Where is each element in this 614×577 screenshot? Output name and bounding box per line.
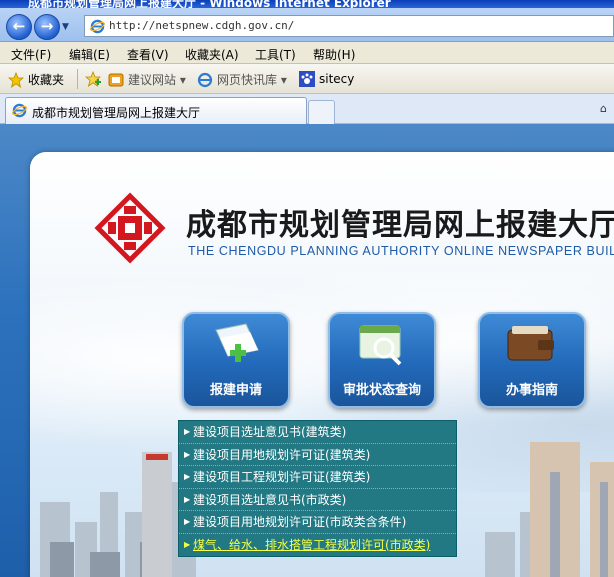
suggested-sites-icon <box>108 73 124 86</box>
planning-authority-logo <box>94 192 166 264</box>
dropdown-item-label: 建设项目选址意见书(市政类) <box>193 492 347 507</box>
tab-title: 成都市规划管理局网上报建大厅 <box>32 106 201 120</box>
menu-view[interactable]: 查看(V) <box>127 46 169 63</box>
dropdown-item-label: 建设项目工程规划许可证(建筑类) <box>193 470 371 484</box>
suggested-sites-button[interactable]: 建议网站 ▾ <box>108 71 186 88</box>
dropdown-item-label: 建设项目用地规划许可证(建筑类) <box>193 447 371 462</box>
dropdown-item-label: 煤气、给水、排水搭管工程规划许可(市政类) <box>193 537 431 552</box>
status-query-button[interactable]: 审批状态查询 <box>328 312 436 408</box>
add-favorite-button[interactable] <box>85 71 101 87</box>
arrow-right-icon: ▶ <box>184 494 191 504</box>
new-tab-button[interactable] <box>308 100 335 124</box>
guide-button[interactable]: 办事指南 <box>478 312 586 408</box>
web-slice-icon <box>197 72 213 87</box>
favorites-button[interactable]: 收藏夹 <box>8 71 64 88</box>
status-query-label: 审批状态查询 <box>342 383 421 398</box>
apply-button-label: 报建申请 <box>209 383 262 398</box>
dropdown-item[interactable]: ▶ 建设项目工程规划许可证(建筑类) <box>179 466 456 489</box>
menu-favorites[interactable]: 收藏夹(A) <box>185 46 239 63</box>
tab-bar: 成都市规划管理局网上报建大厅 ⌂ <box>0 94 614 124</box>
menu-edit[interactable]: 编辑(E) <box>69 46 110 63</box>
magnifier-icon <box>359 325 402 366</box>
forward-arrow-icon: → <box>40 17 54 35</box>
back-arrow-icon: ← <box>12 17 26 35</box>
site-title: 成都市规划管理局网上报建大厅 <box>186 208 614 243</box>
dropdown-item[interactable]: ▶ 建设项目用地规划许可证(市政类含条件) <box>179 511 456 534</box>
tab-current[interactable]: 成都市规划管理局网上报建大厅 <box>5 97 307 124</box>
address-url: http://netspnew.cdgh.gov.cn/ <box>109 19 295 32</box>
home-icon[interactable]: ⌂ <box>600 102 607 115</box>
dropdown-item[interactable]: ▶ 建设项目选址意见书(市政类) <box>179 489 456 511</box>
favorites-label: 收藏夹 <box>28 73 65 87</box>
ie-tab-icon <box>12 103 27 118</box>
arrow-right-icon: ▶ <box>184 539 191 549</box>
address-bar[interactable]: http://netspnew.cdgh.gov.cn/ <box>84 15 614 37</box>
menu-bar: 文件(F) 编辑(E) 查看(V) 收藏夹(A) 工具(T) 帮助(H) <box>0 42 614 64</box>
address-row: ← → ▼ http://netspnew.cdgh.gov.cn/ <box>0 8 614 42</box>
arrow-right-icon: ▶ <box>184 472 191 481</box>
paw-icon <box>299 71 315 87</box>
site-subtitle: THE CHENGDU PLANNING AUTHORITY ONLINE NE… <box>188 244 614 258</box>
star-icon <box>8 71 24 88</box>
sitecy-label: sitecy <box>319 72 355 86</box>
apply-button[interactable]: 报建申请 <box>182 312 290 408</box>
ie-page-icon <box>90 19 105 34</box>
web-slice-gallery-label: 网页快讯库 ▾ <box>217 73 287 87</box>
menu-help[interactable]: 帮助(H) <box>313 46 355 63</box>
history-dropdown-icon[interactable]: ▼ <box>62 22 69 32</box>
dropdown-item-label: 建设项目用地规划许可证(市政类含条件) <box>193 515 407 529</box>
dropdown-item[interactable]: ▶ 建设项目选址意见书(建筑类) <box>179 421 456 444</box>
dropdown-item[interactable]: ▶ 建设项目用地规划许可证(建筑类) <box>179 444 456 466</box>
window-title-bar: 成都市规划管理局网上报建大厅 - Windows Internet Explor… <box>0 0 614 8</box>
forward-button[interactable]: → <box>34 14 60 40</box>
menu-file[interactable]: 文件(F) <box>11 46 51 63</box>
favorites-separator <box>77 69 78 89</box>
web-slice-gallery-button[interactable]: 网页快讯库 ▾ <box>197 71 287 88</box>
guide-button-label: 办事指南 <box>505 383 558 398</box>
favorites-bar: 收藏夹 建议网站 ▾ 网页快讯库 ▾ sitecy <box>0 64 614 94</box>
dropdown-item-label: 建设项目选址意见书(建筑类) <box>193 425 347 439</box>
page-content: 成都市规划管理局网上报建大厅 THE CHENGDU PLANNING AUTH… <box>0 124 614 577</box>
arrow-right-icon: ▶ <box>184 427 191 436</box>
wallet-icon <box>507 326 554 361</box>
back-button[interactable]: ← <box>6 14 32 40</box>
apply-dropdown-menu: ▶ 建设项目选址意见书(建筑类) ▶ 建设项目用地规划许可证(建筑类) ▶ 建设项目工… <box>178 420 457 557</box>
suggested-sites-label: 建议网站 ▾ <box>128 73 186 87</box>
menu-tools[interactable]: 工具(T) <box>255 46 296 63</box>
dropdown-item-hovered[interactable]: ▶ 煤气、给水、排水搭管工程规划许可(市政类) <box>179 534 456 557</box>
window-title: 成都市规划管理局网上报建大厅 - Windows Internet Explor… <box>28 0 391 8</box>
arrow-right-icon: ▶ <box>184 449 191 459</box>
document-add-icon <box>215 323 259 362</box>
sitecy-favorite[interactable]: sitecy <box>299 71 354 87</box>
add-favorite-icon <box>85 71 101 87</box>
arrow-right-icon: ▶ <box>184 517 191 526</box>
